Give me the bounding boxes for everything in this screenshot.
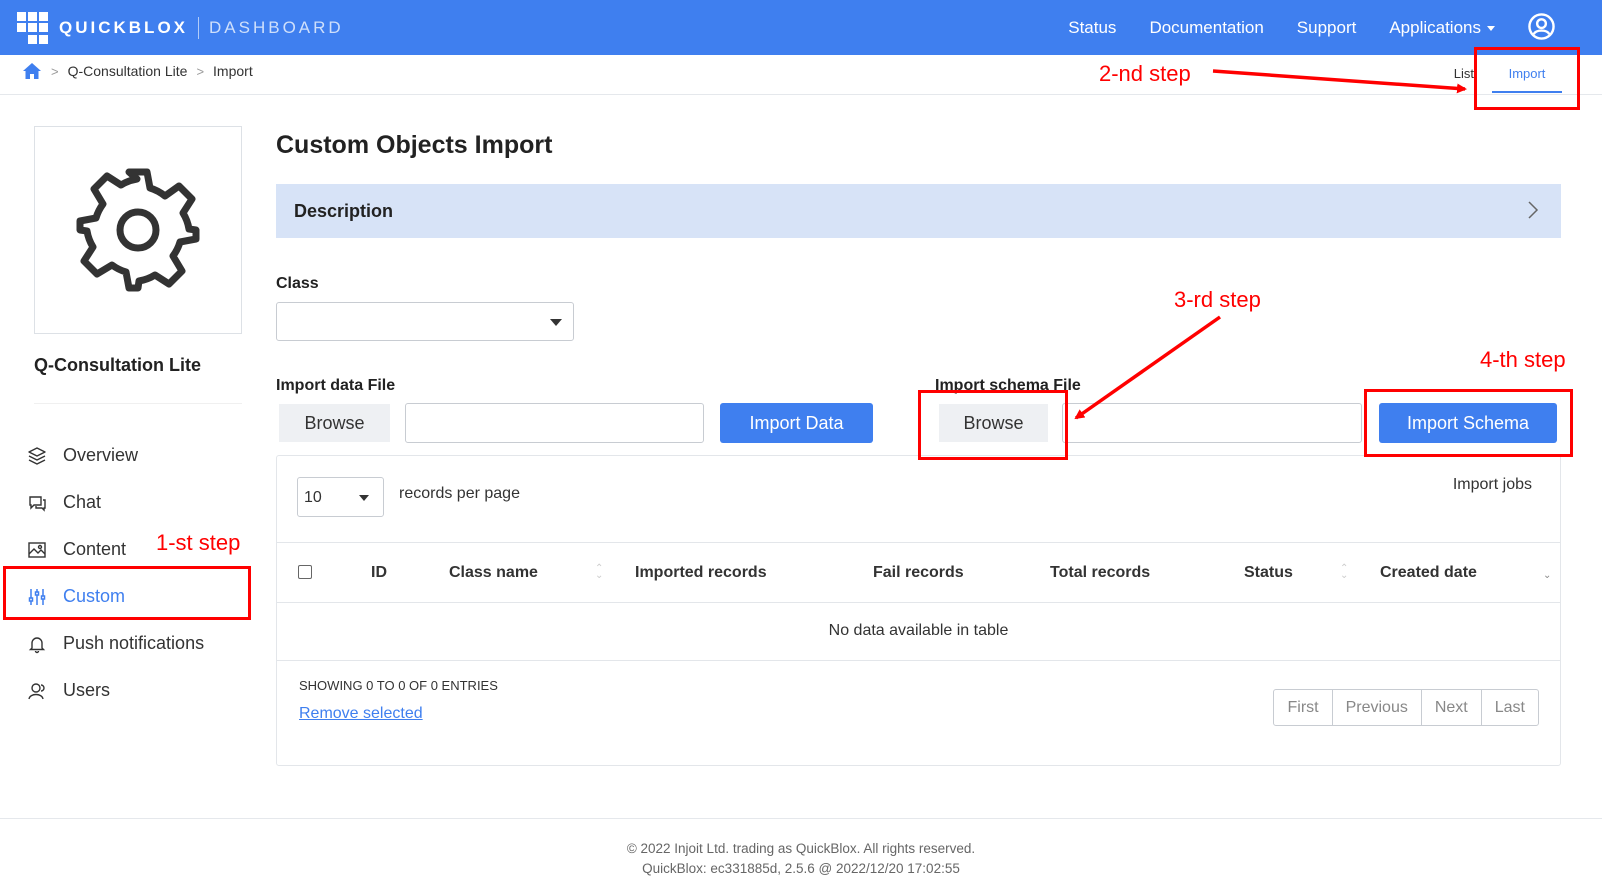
arrow-step-2 — [1212, 69, 1467, 94]
annotation-arrows — [1074, 69, 1467, 420]
arrow-step-3 — [1074, 315, 1222, 420]
